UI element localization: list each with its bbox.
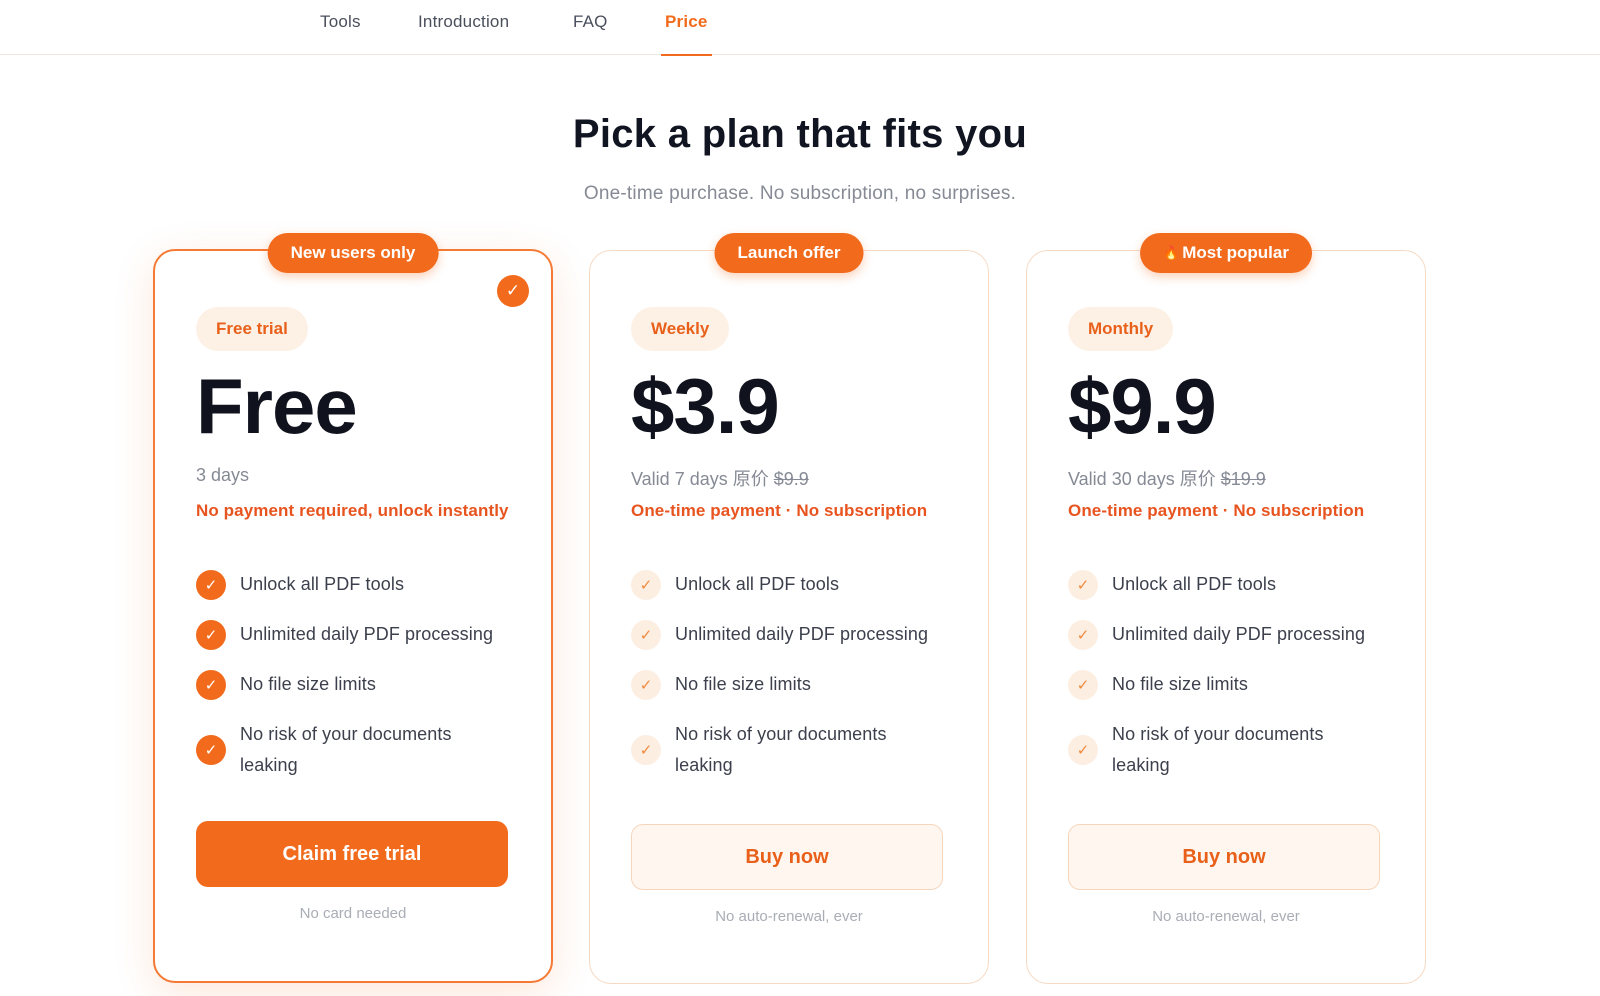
plan-card-weekly[interactable]: Launch offer Weekly $3.9 Valid 7 days 原价… xyxy=(589,233,989,984)
feature-text: No file size limits xyxy=(240,674,376,694)
claim-free-trial-button[interactable]: Claim free trial xyxy=(196,821,508,887)
plan-tag: Weekly xyxy=(631,307,730,351)
feature-item: ✓ Unlimited daily PDF processing xyxy=(1068,619,1398,650)
check-icon: ✓ xyxy=(196,569,226,600)
nav-item-price[interactable]: Price xyxy=(661,0,712,56)
plan-note: One-time payment · No subscription xyxy=(1068,501,1365,520)
ribbon-label: New users only xyxy=(290,243,416,262)
check-icon: ✓ xyxy=(631,619,661,650)
original-price: $19.9 xyxy=(1220,469,1266,489)
plan-footnote: No card needed xyxy=(299,905,407,922)
plan-ribbon: Launch offer xyxy=(714,233,864,273)
feature-text: No risk of your documents leaking xyxy=(1112,724,1324,775)
feature-item: ✓ No file size limits xyxy=(631,669,961,700)
feature-list: ✓ Unlock all PDF tools ✓ Unlimited daily P… xyxy=(631,569,961,800)
top-nav: Tools Introduction FAQ Price xyxy=(0,0,1600,56)
nav-item-faq[interactable]: FAQ xyxy=(573,0,608,55)
feature-item: ✓ Unlimited daily PDF processing xyxy=(196,619,526,650)
feature-list: ✓ Unlock all PDF tools ✓ Unlimited daily P… xyxy=(1068,569,1398,800)
nav-item-introduction[interactable]: Introduction xyxy=(418,0,509,55)
selected-check-icon: ✓ xyxy=(497,275,529,307)
feature-item: ✓ Unlock all PDF tools xyxy=(631,569,961,600)
feature-text: Unlock all PDF tools xyxy=(675,574,840,594)
feature-item: ✓ No risk of your documents leaking xyxy=(1068,719,1398,781)
plan-footnote: No auto-renewal, ever xyxy=(715,908,863,925)
feature-text: No file size limits xyxy=(675,674,811,694)
feature-item: ✓ Unlock all PDF tools xyxy=(1068,569,1398,600)
plan-validity: Valid 7 days 原价 $9.9 xyxy=(631,465,809,491)
feature-item: ✓ No file size limits xyxy=(196,669,526,700)
plan-price: $3.9 xyxy=(631,362,780,450)
ribbon-label: Launch offer xyxy=(737,243,841,262)
plan-ribbon: 🔥 Most popular xyxy=(1140,233,1312,273)
check-icon: ✓ xyxy=(1068,569,1098,600)
check-icon: ✓ xyxy=(631,669,661,700)
feature-text: Unlimited daily PDF processing xyxy=(240,624,494,644)
feature-text: Unlock all PDF tools xyxy=(1112,574,1277,594)
plan-tag: Monthly xyxy=(1068,307,1174,351)
check-icon: ✓ xyxy=(1068,619,1098,650)
plan-note: No payment required, unlock instantly xyxy=(196,501,509,520)
feature-text: Unlimited daily PDF processing xyxy=(1112,624,1366,644)
nav-item-tools[interactable]: Tools xyxy=(320,0,361,55)
feature-list: ✓ Unlock all PDF tools ✓ Unlimited daily P… xyxy=(196,569,526,800)
original-price: $9.9 xyxy=(773,469,809,489)
fire-icon: 🔥 xyxy=(1163,245,1180,260)
feature-text: No file size limits xyxy=(1112,674,1248,694)
plan-card-monthly[interactable]: 🔥 Most popular Monthly $9.9 Valid 30 days… xyxy=(1026,233,1426,984)
page-title: Pick a plan that fits you xyxy=(572,112,1028,156)
feature-item: ✓ Unlimited daily PDF processing xyxy=(631,619,961,650)
feature-text: Unlock all PDF tools xyxy=(240,574,405,594)
check-icon: ✓ xyxy=(1068,669,1098,700)
validity-text: Valid 30 days 原价 xyxy=(1068,469,1216,489)
ribbon-label: Most popular xyxy=(1182,243,1289,262)
check-icon: ✓ xyxy=(196,669,226,700)
plan-note: One-time payment · No subscription xyxy=(631,501,928,520)
check-icon: ✓ xyxy=(631,569,661,600)
validity-text: Valid 7 days 原价 xyxy=(631,469,769,489)
check-icon: ✓ xyxy=(1068,735,1098,765)
plan-footnote: No auto-renewal, ever xyxy=(1152,908,1300,925)
feature-text: No risk of your documents leaking xyxy=(675,724,887,775)
buy-now-button[interactable]: Buy now xyxy=(631,824,943,890)
page-subtitle: One-time purchase. No subscription, no s… xyxy=(583,183,1017,204)
plan-tag: Free trial xyxy=(196,307,308,351)
buy-now-button[interactable]: Buy now xyxy=(1068,824,1380,890)
plan-ribbon: New users only xyxy=(267,233,439,273)
plan-validity: 3 days xyxy=(196,465,249,486)
check-icon: ✓ xyxy=(631,735,661,765)
feature-text: Unlimited daily PDF processing xyxy=(675,624,929,644)
feature-text: No risk of your documents leaking xyxy=(240,724,452,775)
feature-item: ✓ Unlock all PDF tools xyxy=(196,569,526,600)
feature-item: ✓ No risk of your documents leaking xyxy=(196,719,526,781)
plan-price: $9.9 xyxy=(1068,362,1217,450)
feature-item: ✓ No file size limits xyxy=(1068,669,1398,700)
plan-card-free-trial[interactable]: New users only ✓ Free trial Free 3 days … xyxy=(153,233,553,983)
feature-item: ✓ No risk of your documents leaking xyxy=(631,719,961,781)
check-icon: ✓ xyxy=(196,735,226,765)
plan-price: Free xyxy=(196,362,358,450)
plan-validity: Valid 30 days 原价 $19.9 xyxy=(1068,465,1266,491)
check-icon: ✓ xyxy=(196,619,226,650)
validity-text: 3 days xyxy=(196,465,250,485)
